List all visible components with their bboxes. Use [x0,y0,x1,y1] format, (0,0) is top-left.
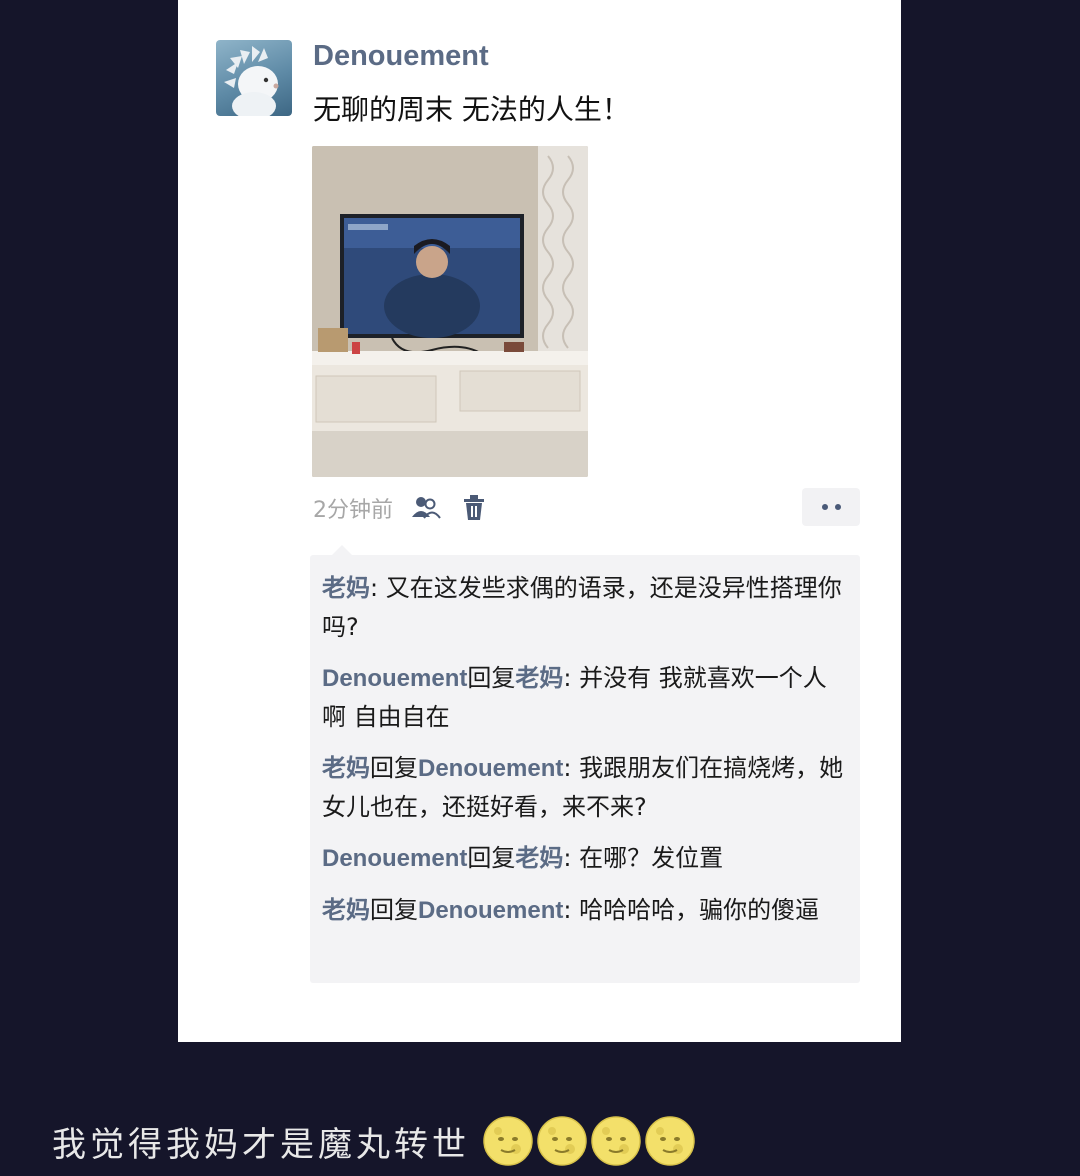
delete-trash-icon[interactable] [459,493,489,523]
more-dot-icon [834,504,841,510]
comment-item[interactable]: 老妈回复Denouement: 哈哈哈哈，骗你的傻逼 [322,891,848,930]
image-caption: 我觉得我妈才是魔丸转世 [52,1115,696,1167]
comment-separator: : [563,896,580,924]
comment-separator: : [563,664,580,692]
comment-separator: : [563,844,580,872]
caption-text: 我觉得我妈才是魔丸转世 [52,1124,470,1165]
comment-separator: : [370,574,386,602]
comment-text: 又在这发些求偶的语录，还是没异性搭理你吗? [322,574,842,641]
comment-item[interactable]: Denouement回复老妈: 并没有 我就喜欢一个人啊 自由自在 [322,659,848,736]
comment-reply-target[interactable]: 老妈 [515,665,563,692]
moments-post-card: Denouement 无聊的周末 无法的人生！ 2分钟前 老妈: 又在这发些求偶… [178,0,901,1042]
reply-label: 回复 [467,664,516,692]
hedgehog-avatar-icon [224,46,279,116]
comment-text: 在哪？发位置 [579,844,724,872]
comments-section: 老妈: 又在这发些求偶的语录，还是没异性搭理你吗? Denouement回复老妈… [310,545,860,983]
moon-face-emoji-icon [645,1116,695,1166]
comment-item[interactable]: Denouement回复老妈: 在哪？发位置 [322,839,848,878]
comment-reply-target[interactable]: Denouement [418,897,563,924]
author-name[interactable]: Denouement [313,40,489,73]
comment-reply-target[interactable]: 老妈 [515,845,563,872]
comment-author[interactable]: 老妈 [322,755,370,782]
comment-author[interactable]: Denouement [322,845,467,872]
post-meta: 2分钟前 [313,492,489,524]
moon-face-emoji-icon [537,1116,587,1166]
comment-author[interactable]: 老妈 [322,897,370,924]
comment-text: 哈哈哈哈，骗你的傻逼 [579,896,820,924]
reply-label: 回复 [370,896,418,924]
comment-item[interactable]: 老妈回复Denouement: 我跟朋友们在搞烧烤，她女儿也在，还挺好看，来不来… [322,749,848,826]
reply-label: 回复 [467,844,516,872]
reply-label: 回复 [370,754,418,782]
living-room-tv-photo-icon [312,146,588,477]
comment-reply-target[interactable]: Denouement [418,755,563,782]
timestamp: 2分钟前 [313,498,393,523]
moon-face-emoji-icon [483,1116,533,1166]
visibility-friends-icon[interactable] [411,493,441,523]
comment-item[interactable]: 老妈: 又在这发些求偶的语录，还是没异性搭理你吗? [322,569,848,646]
comment-separator: : [563,754,580,782]
moon-face-emoji-icon [591,1116,641,1166]
author-avatar[interactable] [216,40,292,116]
post-photo[interactable] [312,146,588,477]
more-actions-button[interactable] [802,488,860,526]
comment-author[interactable]: Denouement [322,665,467,692]
more-dot-icon [821,504,828,510]
post-text: 无聊的周末 无法的人生！ [313,93,630,126]
comment-author[interactable]: 老妈 [322,575,370,602]
